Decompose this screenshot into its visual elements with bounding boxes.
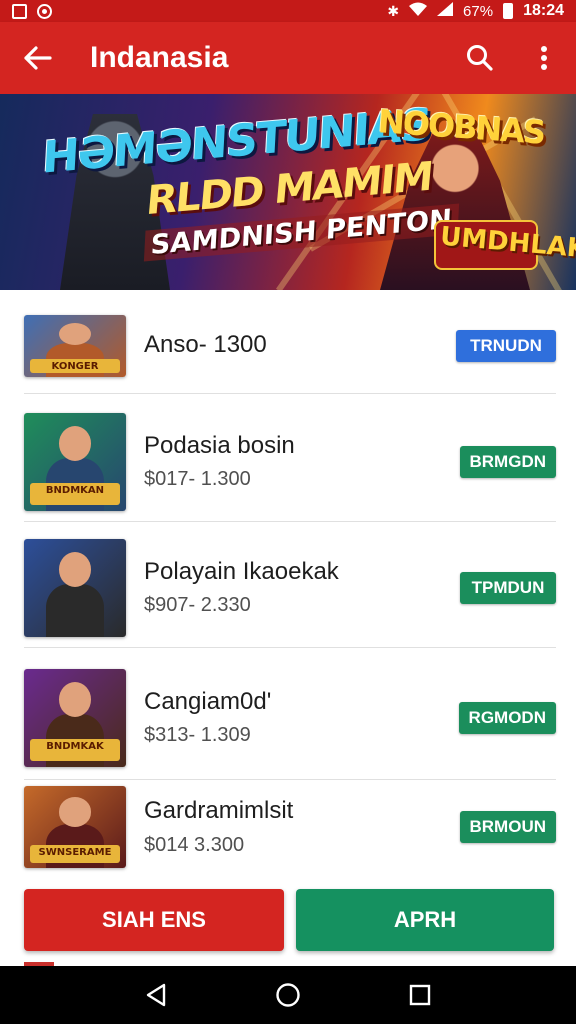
- search-button[interactable]: [448, 22, 512, 94]
- system-nav-bar: [0, 966, 576, 1024]
- notification-icon: [12, 3, 27, 19]
- item-action-button[interactable]: TPMDUN: [460, 571, 556, 604]
- item-price: $313- 1.309: [144, 724, 251, 747]
- nav-home-icon: [276, 983, 300, 1007]
- item-name: Cangiam0d': [144, 687, 272, 715]
- list-item[interactable]: BNDMKAK Cangiam0d' $313- 1.309 RGMODN: [24, 656, 556, 780]
- item-name: Podasia bosin: [144, 431, 295, 459]
- thumbnail-caption: SWNSERAME: [30, 845, 120, 864]
- item-info: Polayain Ikaoekak $907- 2.330: [144, 558, 460, 618]
- status-bar: ✱ 67% 18:24: [0, 0, 576, 22]
- nav-recents-icon: [409, 984, 431, 1006]
- item-thumbnail: KONGER: [24, 314, 126, 377]
- list-item[interactable]: SWNSERAME Gardramimlsit $014 3.300 BRMOUN: [24, 786, 556, 868]
- item-thumbnail: BNDMKAN: [24, 412, 126, 511]
- more-vert-icon: [541, 46, 547, 70]
- item-name: Anso- 1300: [144, 331, 267, 359]
- item-thumbnail: BNDMKAK: [24, 668, 126, 767]
- item-thumbnail: [24, 538, 126, 637]
- nav-recents-button[interactable]: [390, 966, 450, 1024]
- signal-icon: [437, 2, 454, 20]
- nav-back-button[interactable]: [126, 966, 186, 1024]
- search-icon: [467, 45, 493, 71]
- nav-home-button[interactable]: [258, 966, 318, 1024]
- more-options-button[interactable]: [512, 22, 576, 94]
- thumbnail-caption: BNDMKAK: [30, 739, 120, 761]
- item-thumbnail: SWNSERAME: [24, 786, 126, 868]
- item-info: Gardramimlsit $014 3.300: [144, 797, 460, 857]
- item-name: Polayain Ikaoekak: [144, 557, 339, 585]
- battery-percent: 67%: [463, 2, 494, 20]
- item-action-button[interactable]: BRMGDN: [459, 445, 556, 478]
- item-info: Cangiam0d' $313- 1.309: [144, 688, 459, 748]
- item-info: Podasia bosin $017- 1.300: [144, 432, 460, 492]
- thumbnail-caption: BNDMKAN: [30, 483, 120, 505]
- item-action-button[interactable]: TRNUDN: [456, 329, 556, 362]
- item-info: Anso- 1300: [144, 331, 456, 360]
- list-item[interactable]: KONGER Anso- 1300 TRNUDN: [24, 298, 556, 394]
- item-name: Gardramimlsit: [144, 797, 294, 825]
- secondary-action-button[interactable]: APRH: [296, 889, 554, 951]
- battery-icon: [503, 3, 514, 19]
- item-action-button[interactable]: RGMODN: [458, 701, 556, 734]
- wifi-icon: [409, 2, 428, 20]
- thumbnail-caption: KONGER: [30, 359, 120, 373]
- item-price: $907- 2.330: [144, 594, 251, 617]
- bluetooth-icon: ✱: [387, 2, 400, 19]
- nav-back-icon: [146, 983, 166, 1007]
- item-price: $014 3.300: [144, 833, 245, 856]
- back-arrow-icon: [24, 46, 52, 70]
- page-title: Indanasia: [90, 41, 229, 74]
- record-icon: [37, 3, 52, 19]
- bottom-actions: SIAH ENS APRH: [0, 880, 576, 962]
- item-price: $017- 1.300: [144, 468, 251, 491]
- list-item[interactable]: Polayain Ikaoekak $907- 2.330 TPMDUN: [24, 528, 556, 648]
- back-button[interactable]: [0, 22, 76, 94]
- promo-banner[interactable]: HƏMƏNSTUNIAS RLDD MAMIM SAMDNISH PENTON …: [0, 94, 576, 290]
- item-action-button[interactable]: BRMOUN: [459, 811, 556, 843]
- app-bar: Indanasia: [0, 22, 576, 94]
- list-item[interactable]: BNDMKAN Podasia bosin $017- 1.300 BRMGDN: [24, 402, 556, 522]
- primary-action-button[interactable]: SIAH ENS: [24, 889, 284, 951]
- clock: 18:24: [523, 2, 564, 19]
